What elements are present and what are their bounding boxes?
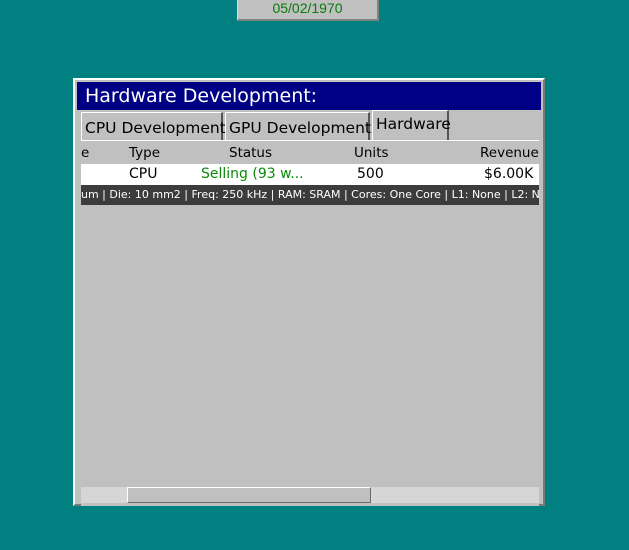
row-units: 500: [357, 166, 384, 182]
tab-cpu-development[interactable]: CPU Development: [81, 112, 226, 140]
date-display: 05/02/1970: [237, 0, 379, 21]
scrollbar-thumb[interactable]: [127, 487, 371, 503]
column-header-type[interactable]: Type: [129, 145, 160, 161]
row-details: um | Die: 10 mm2 | Freq: 250 kHz | RAM: …: [81, 185, 539, 205]
table-header: e Type Status Units Revenue: [81, 145, 539, 164]
row-status: Selling (93 w...: [201, 166, 304, 182]
horizontal-scrollbar[interactable]: [81, 487, 539, 503]
row-revenue: $6.00K: [484, 166, 534, 182]
column-header-revenue[interactable]: Revenue: [480, 145, 539, 161]
tab-hardware[interactable]: Hardware: [372, 110, 451, 140]
column-header-status[interactable]: Status: [229, 145, 272, 161]
hardware-panel: e Type Status Units Revenue CPU Selling …: [81, 140, 539, 506]
column-header-name[interactable]: e: [81, 145, 89, 161]
hardware-development-window: Hardware Development: CPU Development GP…: [73, 78, 545, 506]
row-type: CPU: [129, 166, 158, 182]
table-row[interactable]: CPU Selling (93 w... 500 $6.00K: [81, 164, 539, 185]
tab-gpu-development[interactable]: GPU Development: [225, 112, 371, 140]
window-title: Hardware Development:: [77, 82, 541, 110]
column-header-units[interactable]: Units: [354, 145, 389, 161]
